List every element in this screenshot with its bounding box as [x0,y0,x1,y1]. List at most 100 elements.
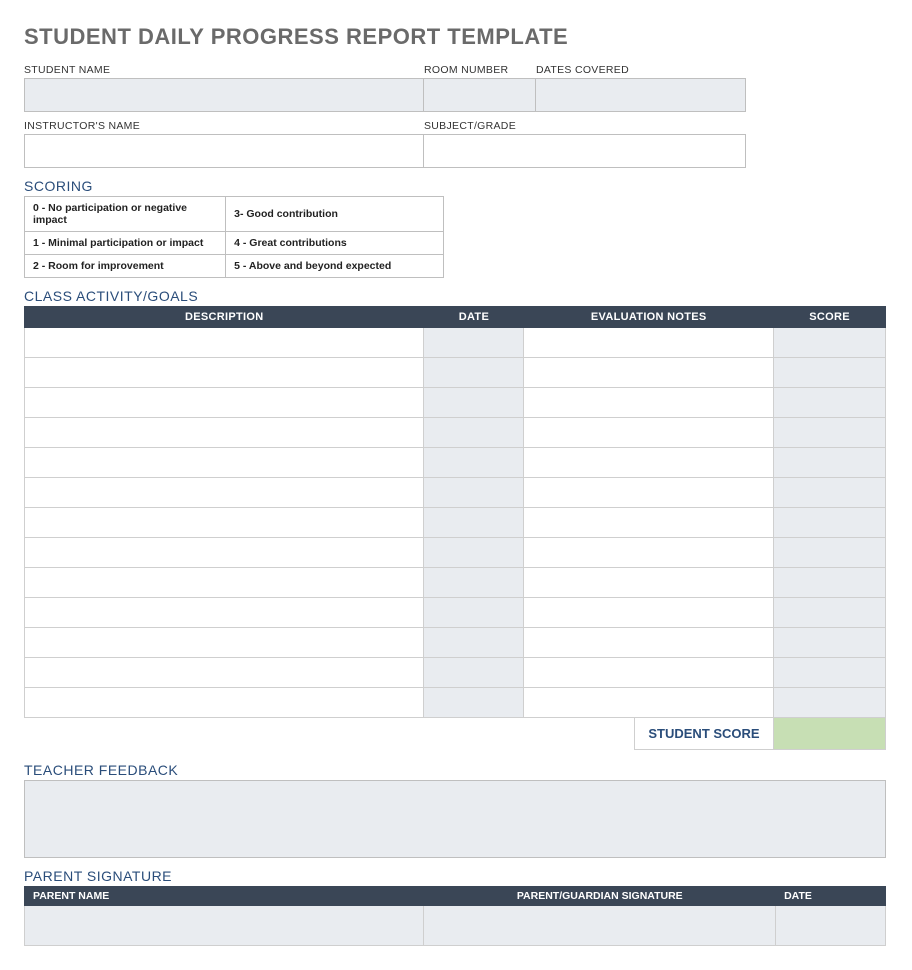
field-dates-covered: DATES COVERED [536,64,746,112]
label-dates-covered: DATES COVERED [536,64,746,76]
table-row [25,688,886,718]
cell-description[interactable] [25,538,424,568]
cell-evaluation[interactable] [524,328,774,358]
cell-description[interactable] [25,658,424,688]
cell-score[interactable] [774,628,886,658]
cell-evaluation[interactable] [524,448,774,478]
field-row-1: STUDENT NAME ROOM NUMBER DATES COVERED [24,64,888,112]
table-row [25,478,886,508]
cell-score[interactable] [774,358,886,388]
cell-description[interactable] [25,628,424,658]
cell-date[interactable] [424,478,524,508]
cell-score[interactable] [774,448,886,478]
field-row-2: INSTRUCTOR'S NAME SUBJECT/GRADE [24,120,888,168]
cell-date[interactable] [424,598,524,628]
cell-date[interactable] [424,508,524,538]
cell-description[interactable] [25,598,424,628]
cell-date[interactable] [424,358,524,388]
cell-description[interactable] [25,688,424,718]
cell-description[interactable] [25,388,424,418]
cell-date[interactable] [424,628,524,658]
parent-signature-table: PARENT NAME PARENT/GUARDIAN SIGNATURE DA… [24,886,886,946]
table-row [25,418,886,448]
input-student-name[interactable] [24,78,424,112]
cell-evaluation[interactable] [524,478,774,508]
teacher-feedback-box[interactable] [24,780,886,858]
heading-scoring: SCORING [24,178,888,194]
cell-description[interactable] [25,328,424,358]
scoring-row: 2 - Room for improvement 5 - Above and b… [25,255,444,278]
header-parent-name: PARENT NAME [25,887,424,906]
cell-score[interactable] [774,568,886,598]
cell-score[interactable] [774,418,886,448]
cell-score[interactable] [774,508,886,538]
input-instructor-name[interactable] [24,134,424,168]
cell-score[interactable] [774,538,886,568]
header-parent-signature: PARENT/GUARDIAN SIGNATURE [424,887,776,906]
table-row [25,448,886,478]
cell-description[interactable] [25,448,424,478]
input-dates-covered[interactable] [536,78,746,112]
cell-evaluation[interactable] [524,538,774,568]
header-signature-date: DATE [776,887,886,906]
table-row [25,658,886,688]
cell-description[interactable] [25,418,424,448]
field-subject-grade: SUBJECT/GRADE [424,120,746,168]
cell-description[interactable] [25,568,424,598]
input-subject-grade[interactable] [424,134,746,168]
cell-date[interactable] [424,538,524,568]
scoring-cell: 1 - Minimal participation or impact [25,232,226,255]
cell-evaluation[interactable] [524,358,774,388]
cell-date[interactable] [424,418,524,448]
input-parent-signature[interactable] [424,906,776,946]
label-subject-grade: SUBJECT/GRADE [424,120,746,132]
student-score-value[interactable] [774,718,886,750]
scoring-table: 0 - No participation or negative impact … [24,196,444,278]
student-score-row: STUDENT SCORE [24,718,886,750]
cell-evaluation[interactable] [524,418,774,448]
input-room-number[interactable] [424,78,536,112]
cell-evaluation[interactable] [524,688,774,718]
cell-evaluation[interactable] [524,568,774,598]
cell-date[interactable] [424,388,524,418]
field-student-name: STUDENT NAME [24,64,424,112]
cell-description[interactable] [25,508,424,538]
scoring-cell: 3- Good contribution [226,197,444,232]
field-instructor-name: INSTRUCTOR'S NAME [24,120,424,168]
header-description: DESCRIPTION [25,307,424,328]
header-score: SCORE [774,307,886,328]
cell-date[interactable] [424,688,524,718]
activity-table: DESCRIPTION DATE EVALUATION NOTES SCORE [24,306,886,718]
input-signature-date[interactable] [776,906,886,946]
page-title: STUDENT DAILY PROGRESS REPORT TEMPLATE [24,24,888,50]
cell-evaluation[interactable] [524,598,774,628]
cell-evaluation[interactable] [524,388,774,418]
label-room-number: ROOM NUMBER [424,64,536,76]
table-row [25,538,886,568]
cell-date[interactable] [424,658,524,688]
cell-description[interactable] [25,358,424,388]
cell-date[interactable] [424,328,524,358]
input-parent-name[interactable] [25,906,424,946]
cell-score[interactable] [774,688,886,718]
cell-score[interactable] [774,328,886,358]
heading-teacher-feedback: TEACHER FEEDBACK [24,762,888,778]
cell-description[interactable] [25,478,424,508]
cell-date[interactable] [424,568,524,598]
scoring-cell: 0 - No participation or negative impact [25,197,226,232]
table-row [25,388,886,418]
cell-evaluation[interactable] [524,628,774,658]
cell-evaluation[interactable] [524,508,774,538]
cell-score[interactable] [774,598,886,628]
table-row [25,568,886,598]
field-room-number: ROOM NUMBER [424,64,536,112]
table-row [25,508,886,538]
heading-parent-signature: PARENT SIGNATURE [24,868,888,884]
scoring-cell: 4 - Great contributions [226,232,444,255]
cell-score[interactable] [774,658,886,688]
cell-score[interactable] [774,478,886,508]
cell-evaluation[interactable] [524,658,774,688]
cell-date[interactable] [424,448,524,478]
scoring-row: 0 - No participation or negative impact … [25,197,444,232]
cell-score[interactable] [774,388,886,418]
